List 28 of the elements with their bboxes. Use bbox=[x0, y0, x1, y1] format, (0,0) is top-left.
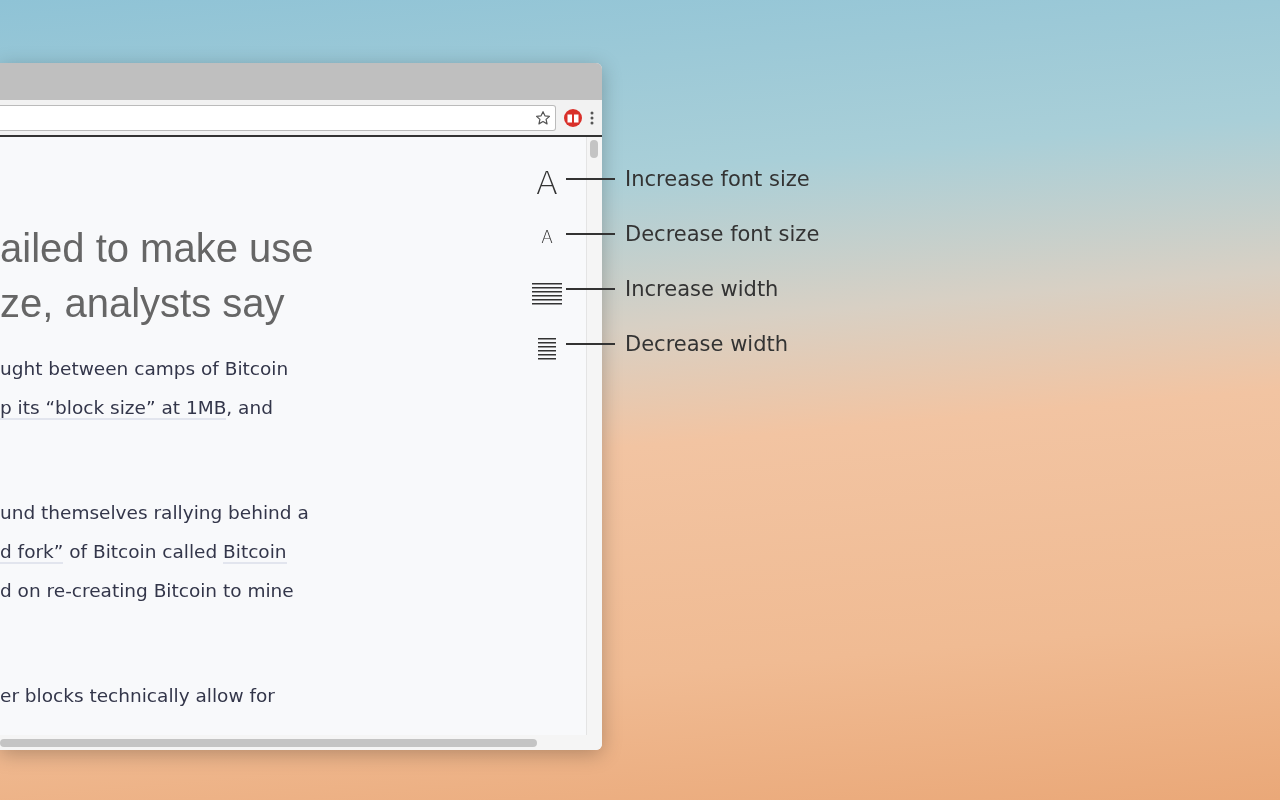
article-text-line: p its “block size” at 1MB, and bbox=[0, 396, 274, 422]
book-extension-icon[interactable] bbox=[564, 108, 582, 127]
leader-line bbox=[566, 287, 615, 290]
callout-label: Increase width bbox=[625, 276, 779, 301]
article-text-line: d fork” of Bitcoin called Bitcoin bbox=[0, 540, 288, 566]
address-field[interactable] bbox=[0, 104, 556, 131]
article-text-line: er blocks technically allow for bbox=[0, 684, 276, 708]
article-link[interactable]: Bitcoin bbox=[223, 541, 287, 564]
article-text-line: d on re-creating Bitcoin to mine bbox=[0, 579, 295, 603]
article-link[interactable]: d fork” bbox=[0, 541, 64, 564]
horizontal-scrollbar[interactable] bbox=[0, 735, 602, 750]
text-lines-icon bbox=[532, 280, 562, 305]
article-headline: ailed to make use ze, analysts say bbox=[0, 225, 314, 327]
menu-icon[interactable] bbox=[590, 110, 594, 125]
article-text-line: und themselves rallying behind a bbox=[0, 501, 310, 525]
small-a-button[interactable]: A bbox=[541, 210, 553, 265]
large-a-button[interactable]: A bbox=[536, 155, 558, 210]
callout-label: Increase font size bbox=[625, 166, 810, 191]
article-text-line: ught between camps of Bitcoin bbox=[0, 357, 290, 381]
leader-line bbox=[566, 177, 615, 180]
text-lines-icon bbox=[538, 335, 556, 360]
article-link[interactable]: p its “block size” at 1MB bbox=[0, 397, 227, 420]
callout-label: Decrease width bbox=[625, 331, 789, 356]
leader-line bbox=[566, 342, 615, 345]
star-icon[interactable] bbox=[535, 109, 551, 126]
vertical-scrollbar[interactable] bbox=[586, 137, 602, 735]
leader-line bbox=[566, 232, 615, 235]
callout-label: Decrease font size bbox=[625, 221, 820, 246]
